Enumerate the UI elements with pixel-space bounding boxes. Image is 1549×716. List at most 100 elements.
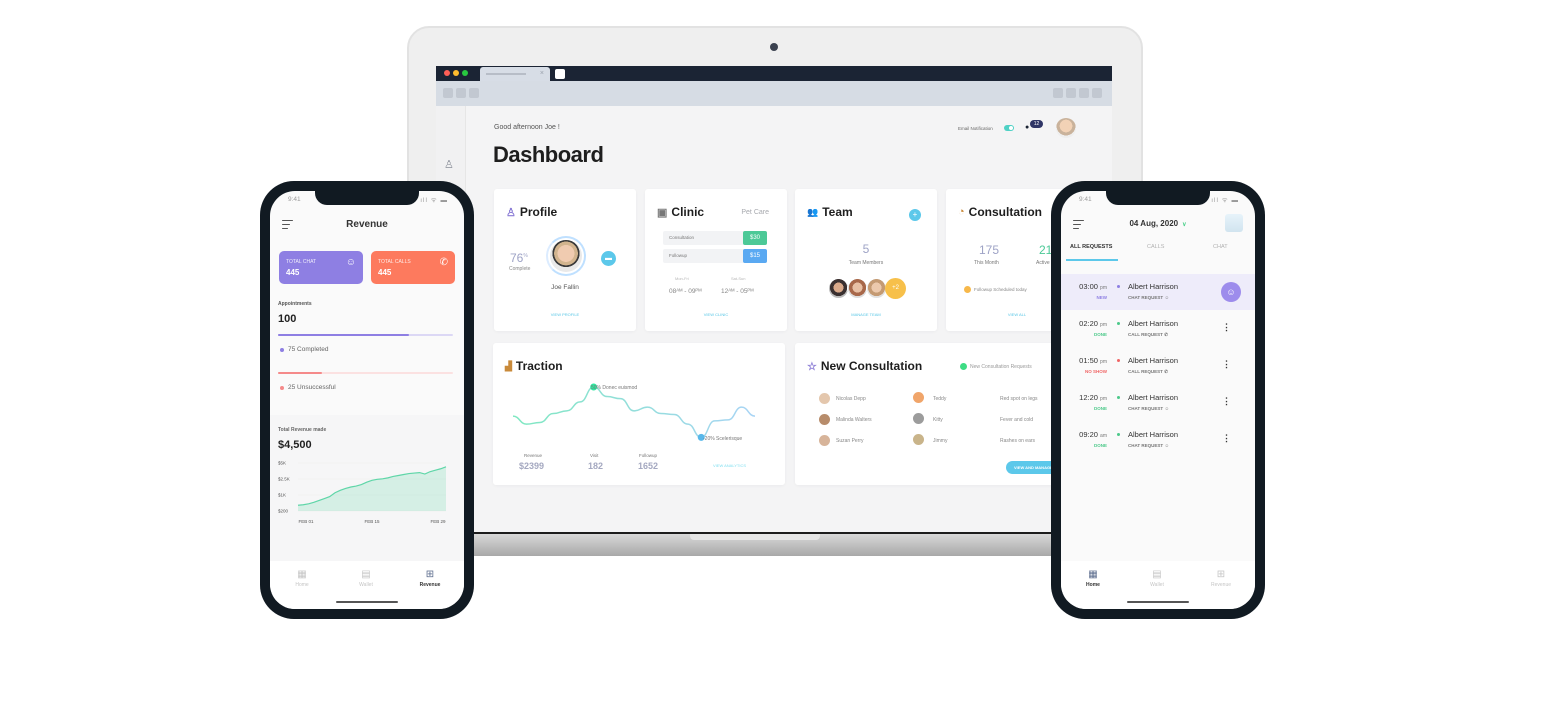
request-row[interactable]: 09:20 am DONE Albert Harrison CHAT REQUEST … (1061, 422, 1255, 458)
pet-issue: Rashes on ears (1000, 438, 1036, 444)
request-status: DONE (1093, 406, 1107, 411)
notification-icon[interactable]: ● (1025, 124, 1029, 131)
chat-icon: ☺ (1164, 406, 1170, 411)
chat-icon[interactable]: ▬ (601, 251, 616, 266)
pet-avatar (913, 434, 924, 445)
request-row[interactable]: 12:20 pm DONE Albert Harrison CHAT REQUEST … (1061, 385, 1255, 421)
more-options-icon[interactable]: ⋮ (1222, 359, 1231, 370)
profile-completion-unit: % (523, 253, 528, 259)
new-consultation-card-title: ☆ New Consultation (807, 359, 922, 373)
tab-home[interactable]: ▦ Home (272, 569, 332, 588)
reload-button[interactable] (469, 88, 479, 98)
new-tab-button[interactable] (555, 69, 565, 79)
total-revenue-label: Total Revenue made (278, 427, 327, 433)
tab-wallet[interactable]: ▤ Wallet (1127, 569, 1187, 588)
followup-label: Followup (639, 453, 658, 458)
status-time: 9:41 (1079, 196, 1092, 203)
client-name: Albert Harrison (1128, 393, 1179, 402)
active-tab-indicator (1066, 259, 1118, 261)
bottom-tab-bar: ▦ Home ▤ Wallet ⊞ Revenue (270, 561, 464, 609)
request-row[interactable]: 02:20 pm DONE Albert Harrison CALL REQUEST … (1061, 311, 1255, 347)
home-indicator (1127, 601, 1189, 603)
user-avatar[interactable] (1056, 118, 1076, 138)
clinic-card-title: ▣ Clinic (657, 205, 704, 219)
stat-label: TOTAL CHAT (286, 259, 317, 265)
tab-home[interactable]: ▦ Home (1063, 569, 1123, 588)
traction-annotation-low: -20% Scelerisque (703, 436, 743, 442)
owner-name[interactable]: Malinda Walters (836, 417, 872, 423)
view-analytics-link[interactable]: VIEW ANALYTICS (713, 463, 746, 468)
profile-card-title: ♙ Profile (506, 205, 557, 219)
minimize-window-button[interactable] (453, 70, 459, 76)
more-options-icon[interactable]: ⋮ (1222, 322, 1231, 333)
request-type: CALL REQUEST ✆ (1128, 369, 1168, 375)
phone-revenue-screen: 9:41 ıll ᯤ ▬ Revenue TOTAL CHAT 445 ☺ TO… (270, 191, 464, 609)
time-period: pm (1100, 396, 1107, 402)
home-indicator (336, 601, 398, 603)
status-icons: ıll ᯤ ▬ (1211, 197, 1239, 204)
browser-tab[interactable]: × (480, 67, 550, 81)
close-window-button[interactable] (444, 70, 450, 76)
total-chat-card[interactable]: TOTAL CHAT 445 ☺ (279, 251, 363, 284)
maximize-window-button[interactable] (462, 70, 468, 76)
open-chat-button[interactable]: ☺ (1221, 282, 1241, 302)
greeting-text: Good afternoon Joe ! (494, 124, 560, 131)
hours-label: Sat-Sun (731, 276, 746, 281)
request-row[interactable]: 01:50 pm NO SHOW Albert Harrison CALL REQUE… (1061, 348, 1255, 384)
toolbar-button[interactable] (1053, 88, 1063, 98)
toolbar-button[interactable] (1066, 88, 1076, 98)
view-clinic-link[interactable]: VIEW CLINIC (645, 312, 787, 317)
team-card: 👥 Team + 5 Team Members +2 MANAGE TEAM (795, 189, 937, 331)
profile-card: ♙ Profile 76% Complete Joe Fallin ▬ VIEW… (494, 189, 636, 331)
more-options-icon[interactable]: ⋮ (1222, 396, 1231, 407)
user-icon[interactable]: ♙ (444, 158, 454, 171)
service-label: Followup (669, 253, 688, 258)
tab-calls[interactable]: CALLS (1147, 244, 1164, 250)
tab-all-requests[interactable]: ALL REQUESTS (1070, 244, 1112, 250)
request-time: 01:50 pm (1067, 356, 1107, 365)
forward-button[interactable] (456, 88, 466, 98)
add-team-member-button[interactable]: + (909, 209, 921, 221)
time-period: pm (1100, 322, 1107, 328)
request-type: CHAT REQUEST ☺ (1128, 295, 1169, 300)
team-member-avatar[interactable] (847, 278, 868, 299)
request-type-text: CHAT REQUEST (1128, 443, 1164, 448)
back-button[interactable] (443, 88, 453, 98)
total-calls-card[interactable]: TOTAL CALLS 445 ✆ (371, 251, 455, 284)
more-options-icon[interactable]: ⋮ (1222, 433, 1231, 444)
status-icons: ıll ᯤ ▬ (420, 197, 448, 204)
unsuccessful-text: 25 Unsuccessful (288, 384, 336, 391)
more-members-badge[interactable]: +2 (885, 278, 906, 299)
tab-wallet[interactable]: ▤ Wallet (336, 569, 396, 588)
owner-name[interactable]: Suzan Perry (836, 438, 864, 444)
toolbar-button[interactable] (1079, 88, 1089, 98)
product-mockup: × ♙ Good afternoon Joe ! Dashboard Email… (0, 0, 1549, 716)
appointments-label: Appointments (278, 301, 312, 307)
request-row[interactable]: 03:00 pm NEW Albert Harrison CHAT REQUEST ☺… (1061, 274, 1255, 310)
view-profile-link[interactable]: VIEW PROFILE (494, 312, 636, 317)
time-value: 12:20 (1079, 393, 1098, 402)
profile-completion-label: Complete (509, 266, 531, 272)
tab-revenue[interactable]: ⊞ Revenue (400, 569, 460, 588)
email-notification-toggle[interactable] (1004, 125, 1014, 131)
tab-chat[interactable]: CHAT (1213, 244, 1228, 250)
hours-value: 12ᴬᴹ - 05ᴾᴹ (721, 288, 754, 295)
doctor-avatar[interactable] (1225, 214, 1243, 232)
pet-avatar (913, 413, 924, 424)
toolbar-button[interactable] (1092, 88, 1102, 98)
visit-label: Visit (590, 453, 599, 458)
phone-icon: ✆ (1164, 369, 1168, 374)
stat-value: 445 (378, 268, 392, 277)
hours-label: Mon-Fri (675, 276, 689, 281)
completed-legend: 75 Completed (280, 346, 328, 353)
unsuccessful-progress-fill (278, 372, 322, 374)
team-member-avatar[interactable] (866, 278, 887, 299)
legend-dot (280, 347, 284, 352)
tab-revenue[interactable]: ⊞ Revenue (1191, 569, 1251, 588)
manage-team-link[interactable]: MANAGE TEAM (795, 312, 937, 317)
owner-name[interactable]: Nicolas Depp (836, 396, 866, 402)
team-member-avatar[interactable] (828, 278, 849, 299)
status-dot (1117, 359, 1120, 362)
clinic-title-text: Clinic (671, 205, 705, 219)
tab-close-icon[interactable]: × (540, 70, 544, 77)
